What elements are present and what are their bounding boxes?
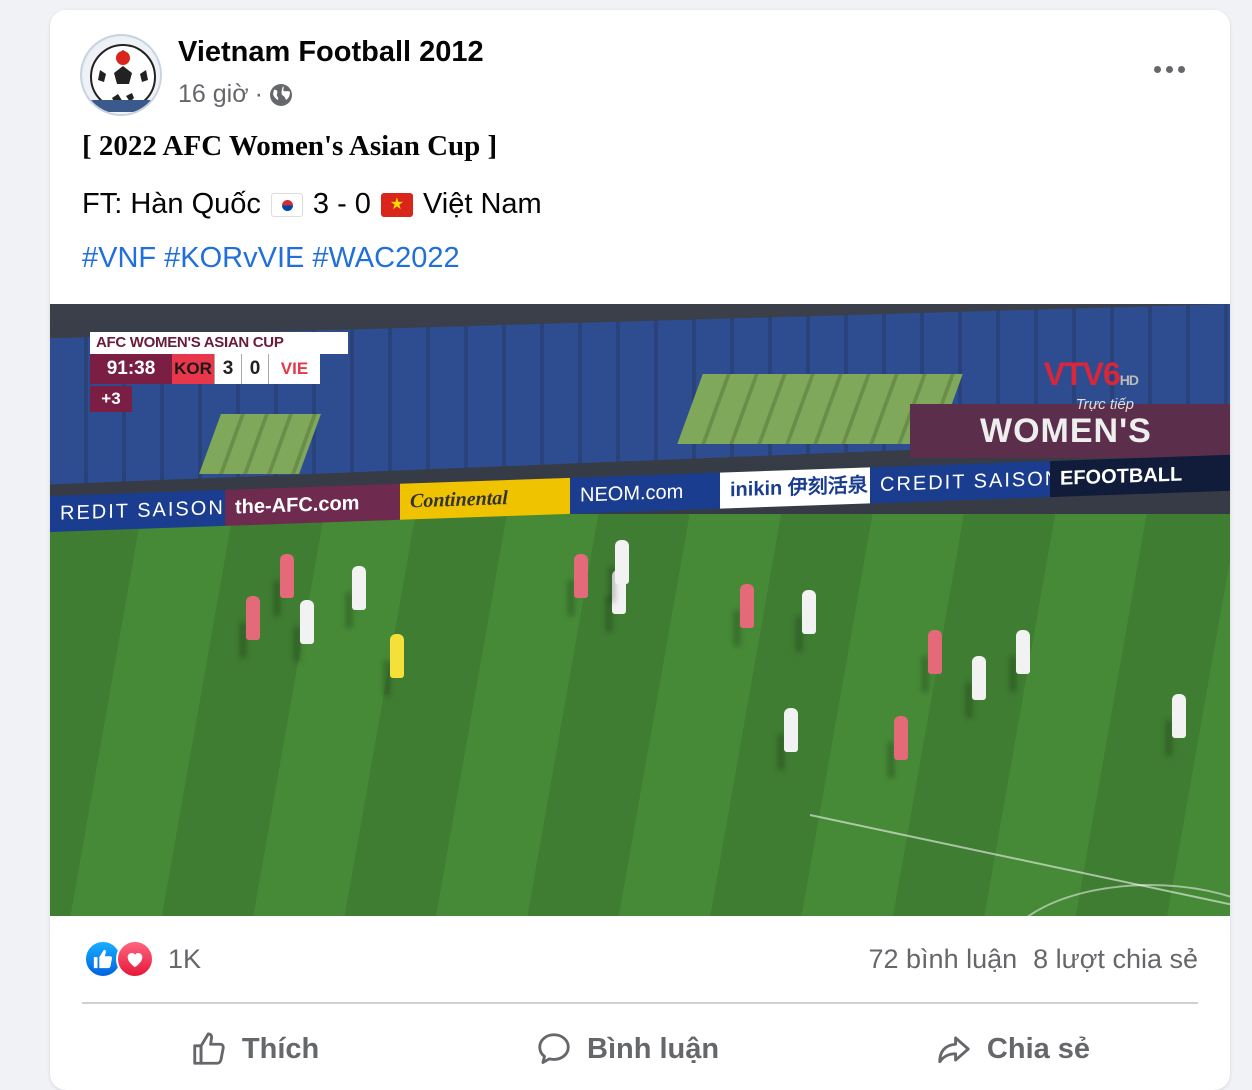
globe-icon [269,83,292,106]
score-prefix: FT: Hàn Quốc [82,188,261,220]
center-circle [1000,884,1230,916]
home-team: KOR [172,354,214,384]
ad-board: Continental [400,477,570,520]
comment-button[interactable]: Bình luận [505,1020,749,1078]
football-pitch [50,514,1230,916]
added-time: +3 [90,386,132,412]
player-figure [894,716,908,760]
share-button[interactable]: Chia sẻ [905,1020,1120,1078]
dot-icon [1153,65,1161,73]
referee-figure [390,634,404,678]
player-figure [280,554,294,598]
football-logo-icon [83,37,160,114]
ad-board: EFOOTBALL [1050,454,1230,498]
scoreboard-row: 91:38 KOR 3 0 VIE [90,354,348,384]
hashtag-list: #VNF #KORvVIE #WAC2022 [82,242,460,275]
like-label: Thích [241,1032,320,1065]
live-label: Trực tiếp [1075,396,1134,413]
player-figure [246,596,260,640]
player-figure [615,540,629,584]
match-scoreboard: AFC WOMEN'S ASIAN CUP 91:38 KOR 3 0 VIE … [90,332,348,412]
post-time[interactable]: 16 giờ [178,80,249,109]
engagement-stats: 72 bình luận 8 lượt chia sẻ [869,944,1199,975]
player-figure [740,584,754,628]
player-figure [352,566,366,610]
vietnam-flag-icon: ★ [380,192,413,217]
player-figure [1172,694,1186,738]
broadcaster-hd: HD [1119,372,1139,388]
comment-count[interactable]: 72 bình luận [869,944,1018,975]
video-player[interactable]: WOMEN'S ASIA REDIT SAISON the-AFC.com Co… [50,304,1230,916]
dot-icon [1177,65,1185,73]
love-reaction-icon [116,940,154,978]
away-score: 0 [241,354,268,384]
ad-board: the-AFC.com [225,483,400,526]
player-figure [1016,630,1030,674]
comment-bubble-icon [538,1033,570,1064]
hashtag-link[interactable]: #VNF [82,242,156,275]
player-figure [972,656,986,700]
hashtag-link[interactable]: #WAC2022 [312,242,459,275]
player-figure [928,630,942,674]
dot-icon [1165,65,1173,73]
broadcaster-logo: VTV6HD [1043,356,1139,393]
home-score: 3 [214,354,241,384]
hashtag-link[interactable]: #KORvVIE [164,242,304,275]
ad-board: REDIT SAISON [50,489,225,532]
ad-board: NEOM.com [570,472,720,514]
share-arrow-icon [938,1036,970,1064]
broadcaster-name: VTV6 [1043,356,1121,392]
post-meta: 16 giờ · [178,80,293,109]
ad-board: inikin 伊刻活泉 [720,467,870,509]
share-label: Chia sẻ [986,1032,1091,1065]
meta-separator: · [254,80,263,108]
score-value: 3 - 0 [312,188,371,220]
thumbs-up-icon [193,1032,225,1065]
post-actions: Thích Bình luận Chia sẻ [82,1014,1198,1084]
post-title: [ 2022 AFC Women's Asian Cup ] [82,130,498,162]
korea-flag-icon [270,192,303,217]
footer-divider [82,1002,1198,1004]
share-count[interactable]: 8 lượt chia sẻ [1033,944,1198,975]
post-card: Vietnam Football 2012 16 giờ · [ 2022 AF… [50,10,1230,1090]
post-score-line: FT: Hàn Quốc 3 - 0 ★ Việt Nam [82,188,542,221]
player-figure [574,554,588,598]
player-figure [784,708,798,752]
player-figure [802,590,816,634]
comment-label: Bình luận [587,1032,720,1065]
ad-board: WOMEN'S ASIA [910,404,1230,504]
like-button[interactable]: Thích [160,1020,349,1078]
ad-board: CREDIT SAISON [870,461,1061,504]
score-suffix: Việt Nam [422,188,542,220]
scoreboard-competition: AFC WOMEN'S ASIAN CUP [90,332,348,354]
page-avatar[interactable] [80,34,162,116]
page-name[interactable]: Vietnam Football 2012 [178,36,484,69]
away-team: VIE [268,354,320,384]
reaction-summary[interactable]: 1K [84,940,201,978]
player-figure [300,600,314,644]
more-options-button[interactable] [1146,54,1192,84]
reaction-count[interactable]: 1K [168,944,201,975]
match-clock: 91:38 [90,354,172,384]
